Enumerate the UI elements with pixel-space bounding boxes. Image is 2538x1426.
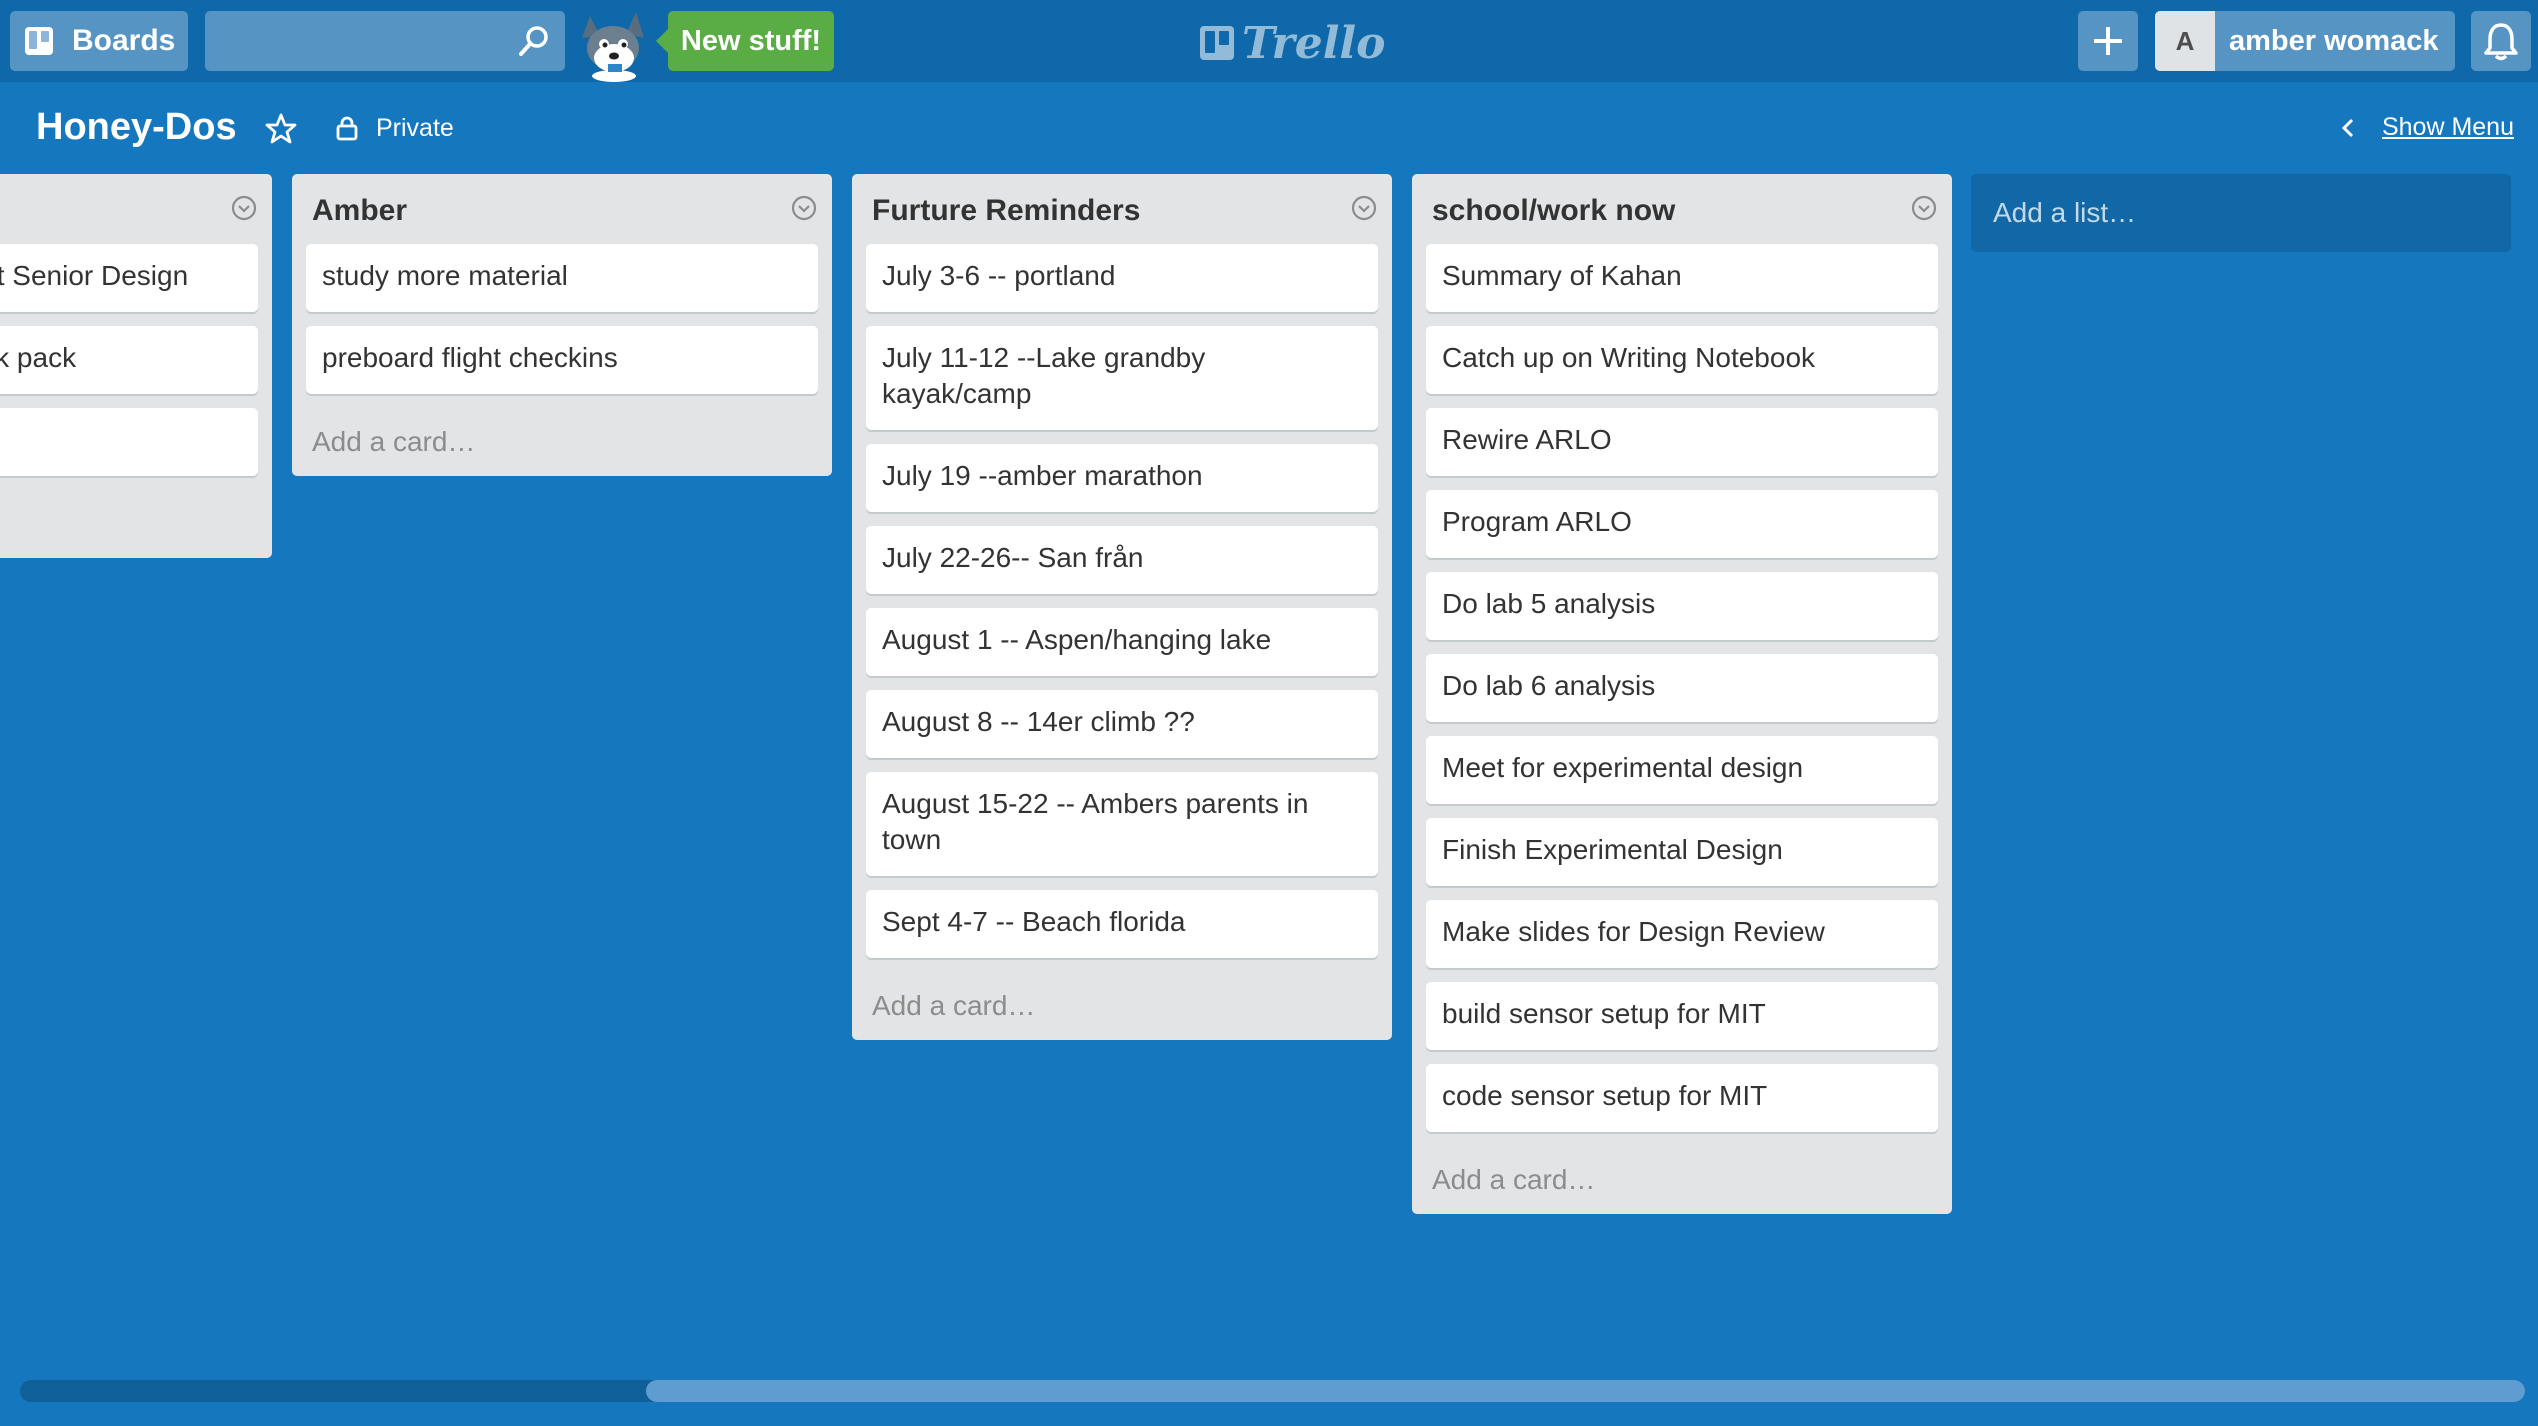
list-card[interactable]: Summary of Kahan bbox=[1426, 244, 1938, 312]
chevron-down-circle-icon[interactable] bbox=[1910, 194, 1938, 222]
avatar: A bbox=[2155, 11, 2215, 71]
list-card[interactable]: back pack bbox=[0, 326, 258, 394]
boards-label: Boards bbox=[72, 24, 176, 57]
list-card[interactable]: August 1 -- Aspen/hanging lake bbox=[866, 608, 1378, 676]
list-column[interactable]: Furture Reminders July 3-6 -- portland J… bbox=[852, 174, 1392, 1040]
add-card-link[interactable]: Add a card… bbox=[872, 990, 1035, 1022]
list-title[interactable]: school/work now bbox=[1432, 194, 1675, 228]
list-title[interactable]: Furture Reminders bbox=[872, 194, 1140, 228]
lock-icon bbox=[336, 116, 358, 141]
list-card[interactable]: Sept 4-7 -- Beach florida bbox=[866, 890, 1378, 958]
add-list-button[interactable]: Add a list… bbox=[1971, 174, 2511, 252]
list-column[interactable]: Amber study more material preboard fligh… bbox=[292, 174, 832, 476]
search-icon[interactable] bbox=[517, 24, 551, 58]
bell-icon bbox=[2484, 23, 2518, 61]
visibility-label: Private bbox=[376, 113, 454, 142]
add-card-link[interactable]: Add a card… bbox=[1432, 1164, 1595, 1196]
list-title[interactable]: Amber bbox=[312, 194, 407, 228]
visibility-button[interactable]: Private bbox=[334, 113, 454, 143]
list-card[interactable]: Catch up on Writing Notebook bbox=[1426, 326, 1938, 394]
trello-logo-icon bbox=[1200, 26, 1234, 60]
add-card-link[interactable]: Add a card… bbox=[312, 426, 475, 458]
boards-button[interactable]: Boards bbox=[10, 11, 188, 71]
star-icon[interactable] bbox=[264, 112, 298, 146]
show-menu-link[interactable]: Show Menu bbox=[2336, 113, 2514, 142]
show-menu-label: Show Menu bbox=[2381, 113, 2514, 141]
list-card[interactable]: July 11-12 --Lake grandby kayak/camp bbox=[866, 326, 1378, 430]
list-card[interactable]: Meet for experimental design bbox=[1426, 736, 1938, 804]
search-input[interactable] bbox=[205, 11, 565, 71]
trello-logo[interactable]: Trello bbox=[1198, 17, 1386, 69]
list-card[interactable]: build sensor setup for MIT bbox=[1426, 982, 1938, 1050]
new-stuff-button[interactable]: New stuff! bbox=[656, 11, 834, 71]
user-name: amber womack bbox=[2229, 24, 2439, 57]
list-card[interactable]: bout Senior Design bbox=[0, 244, 258, 312]
list-card[interactable]: Make slides for Design Review bbox=[1426, 900, 1938, 968]
board-title[interactable]: Honey-Dos bbox=[36, 106, 237, 149]
list-card[interactable]: Program ARLO bbox=[1426, 490, 1938, 558]
user-menu-button[interactable]: A amber womack bbox=[2155, 11, 2455, 71]
list-card[interactable]: study more material bbox=[306, 244, 818, 312]
chevron-down-circle-icon[interactable] bbox=[1350, 194, 1378, 222]
top-header: Boards New stuff! Trello A amber womack bbox=[0, 0, 2538, 82]
chevron-left-icon bbox=[2341, 118, 2354, 137]
list-card[interactable]: July 3-6 -- portland bbox=[866, 244, 1378, 312]
list-card[interactable]: Do lab 5 analysis bbox=[1426, 572, 1938, 640]
list-card[interactable]: Rewire ARLO bbox=[1426, 408, 1938, 476]
horizontal-scrollbar-thumb[interactable] bbox=[646, 1380, 2525, 1402]
list-card[interactable]: Do lab 6 analysis bbox=[1426, 654, 1938, 722]
list-card[interactable]: August 15-22 -- Ambers parents in town bbox=[866, 772, 1378, 876]
boards-icon bbox=[25, 27, 53, 55]
chevron-down-circle-icon[interactable] bbox=[230, 194, 258, 222]
list-column[interactable]: bout Senior Design back pack bbox=[0, 174, 272, 558]
chevron-down-circle-icon[interactable] bbox=[790, 194, 818, 222]
list-card[interactable]: code sensor setup for MIT bbox=[1426, 1064, 1938, 1132]
list-card[interactable] bbox=[0, 408, 258, 476]
taco-mascot-icon[interactable] bbox=[578, 8, 650, 82]
list-card[interactable]: July 19 --amber marathon bbox=[866, 444, 1378, 512]
list-card[interactable]: August 8 -- 14er climb ?? bbox=[866, 690, 1378, 758]
list-card[interactable]: July 22-26-- San från bbox=[866, 526, 1378, 594]
list-card[interactable]: preboard flight checkins bbox=[306, 326, 818, 394]
add-button[interactable] bbox=[2078, 11, 2138, 71]
list-card[interactable]: Finish Experimental Design bbox=[1426, 818, 1938, 886]
plus-icon bbox=[2094, 27, 2122, 55]
list-column[interactable]: school/work now Summary of Kahan Catch u… bbox=[1412, 174, 1952, 1214]
logo-text: Trello bbox=[1242, 17, 1386, 69]
notifications-button[interactable] bbox=[2471, 11, 2531, 71]
